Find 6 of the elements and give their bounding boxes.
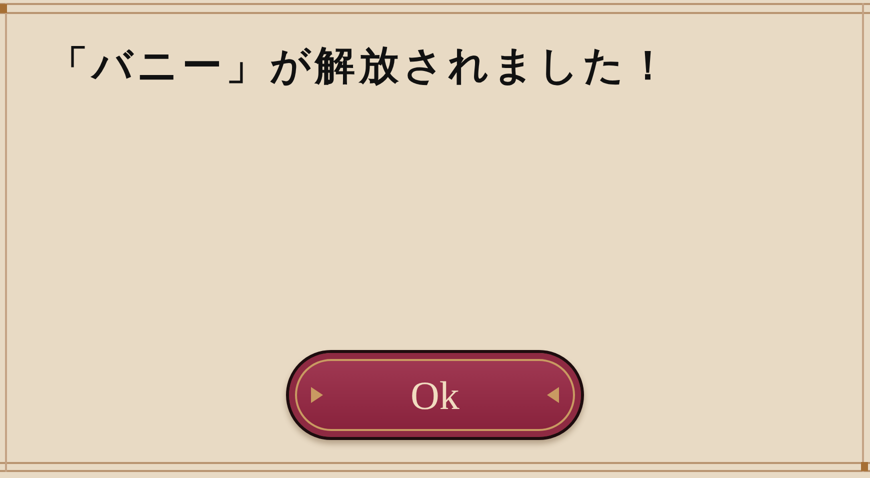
corner-ornament	[861, 462, 868, 471]
corner-ornament	[0, 4, 7, 13]
ok-button[interactable]: Ok	[286, 350, 584, 440]
dialog-message: 「バニー」が解放されました！	[48, 42, 673, 91]
right-triangle-icon	[311, 387, 323, 403]
left-triangle-icon	[546, 387, 559, 403]
